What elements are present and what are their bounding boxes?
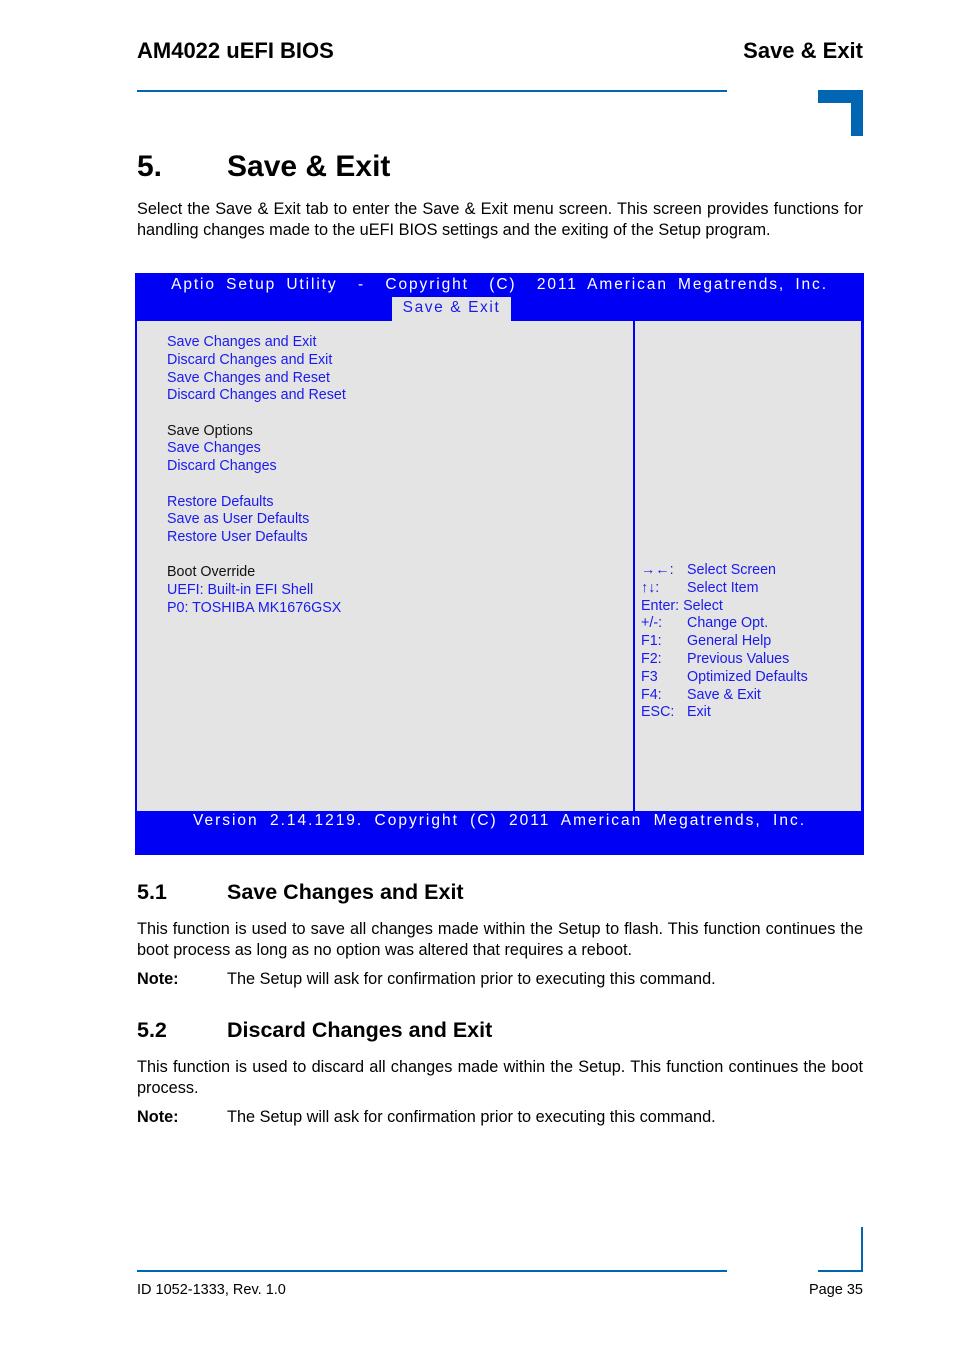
help-key: F3	[641, 668, 658, 685]
section-title: Discard Changes and Exit	[227, 1018, 493, 1042]
section-heading-5-1: 5.1 Save Changes and Exit	[137, 880, 464, 905]
chapter-title: Save & Exit	[227, 150, 391, 183]
bios-help-pane: →←: Select Screen ↑↓: Select Item Enter: S…	[635, 321, 861, 811]
bios-menu-pane: Save Changes and Exit Discard Changes an…	[137, 321, 633, 811]
help-action: Change Opt.	[687, 615, 769, 632]
chapter-intro: Select the Save & Exit tab to enter the …	[137, 200, 863, 239]
note-5-1: Note: The Setup will ask for confirmation…	[137, 970, 716, 989]
note-5-2: Note: The Setup will ask for confirmation…	[137, 1108, 716, 1127]
section-heading-5-2: 5.2 Discard Changes and Exit	[137, 1018, 492, 1043]
key-help-list: →←: Select Screen ↑↓: Select Item Enter: S…	[641, 562, 808, 722]
bios-menu: Save Changes and Exit Discard Changes an…	[167, 334, 346, 618]
corner-bracket-icon	[818, 90, 863, 136]
help-row: Enter: Select	[641, 598, 808, 616]
header-rule	[137, 90, 727, 92]
menu-item-boot-toshiba[interactable]: P0: TOSHIBA MK1676GSX	[167, 600, 346, 618]
help-key: →←:	[641, 562, 674, 578]
help-row: F1: General Help	[641, 633, 808, 651]
menu-item-save-changes-and-reset[interactable]: Save Changes and Reset	[167, 370, 346, 388]
menu-item-restore-defaults[interactable]: Restore Defaults	[167, 494, 346, 512]
footer-page-number: Page 35	[808, 1282, 863, 1298]
help-row: ↑↓: Select Item	[641, 580, 808, 598]
menu-item-discard-changes[interactable]: Discard Changes	[167, 458, 346, 476]
note-text: The Setup will ask for confirmation prio…	[227, 1108, 716, 1126]
help-key: F1:	[641, 633, 662, 650]
menu-item-discard-changes-and-exit[interactable]: Discard Changes and Exit	[167, 352, 346, 370]
corner-bracket-bottom-icon	[818, 1227, 863, 1272]
document-title: AM4022 uEFI BIOS	[137, 38, 334, 63]
help-row: →←: Select Screen	[641, 562, 808, 580]
menu-label-save-options: Save Options	[167, 422, 253, 439]
tab-save-exit[interactable]: Save & Exit	[392, 297, 511, 321]
chapter-heading: 5. Save & Exit	[137, 150, 390, 184]
help-row: F2: Previous Values	[641, 651, 808, 669]
help-action: Select Screen	[687, 562, 777, 578]
help-row: F4: Save & Exit	[641, 687, 808, 705]
note-label: Note:	[137, 970, 179, 988]
help-key: Enter:	[641, 597, 680, 614]
menu-item-discard-changes-and-reset[interactable]: Discard Changes and Reset	[167, 387, 346, 405]
help-row: ESC: Exit	[641, 704, 808, 722]
help-action: Select	[683, 597, 723, 614]
menu-item-save-changes-and-exit[interactable]: Save Changes and Exit	[167, 334, 346, 352]
help-action: General Help	[687, 633, 772, 650]
bios-screenshot: Aptio Setup Utility - Copyright (C) 2011…	[135, 273, 864, 855]
bios-version-bar: Version 2.14.1219. Copyright (C) 2011 Am…	[192, 812, 807, 829]
help-key: F2:	[641, 650, 662, 667]
section-number: 5.2	[137, 1018, 167, 1042]
menu-item-save-changes[interactable]: Save Changes	[167, 440, 346, 458]
footer-rule	[137, 1270, 727, 1272]
help-key: ESC:	[641, 704, 675, 721]
help-action: Save & Exit	[687, 686, 761, 703]
section-body-5-2: This function is used to discard all cha…	[137, 1058, 863, 1097]
help-action: Optimized Defaults	[687, 668, 808, 685]
note-label: Note:	[137, 1108, 179, 1126]
help-key: ↑↓:	[641, 579, 660, 596]
section-body-5-1: This function is used to save all change…	[137, 920, 863, 959]
help-row: +/-: Change Opt.	[641, 615, 808, 633]
bios-title-bar: Aptio Setup Utility - Copyright (C) 2011…	[171, 276, 828, 293]
help-action: Select Item	[687, 579, 759, 596]
help-key: F4:	[641, 686, 662, 703]
section-number: 5.1	[137, 880, 167, 904]
help-key: +/-:	[641, 615, 663, 632]
chapter-number: 5.	[137, 150, 163, 183]
running-section-title: Save & Exit	[743, 38, 863, 63]
help-action: Exit	[687, 704, 711, 721]
menu-item-boot-efi-shell[interactable]: UEFI: Built-in EFI Shell	[167, 582, 346, 600]
footer-doc-id: ID 1052-1333, Rev. 1.0	[137, 1282, 286, 1298]
menu-item-restore-user-defaults[interactable]: Restore User Defaults	[167, 529, 346, 547]
help-action: Previous Values	[687, 650, 790, 667]
menu-item-save-as-user-defaults[interactable]: Save as User Defaults	[167, 511, 346, 529]
section-title: Save Changes and Exit	[227, 880, 464, 904]
menu-label-boot-override: Boot Override	[167, 564, 256, 581]
help-row: F3 Optimized Defaults	[641, 669, 808, 687]
note-text: The Setup will ask for confirmation prio…	[227, 970, 716, 988]
